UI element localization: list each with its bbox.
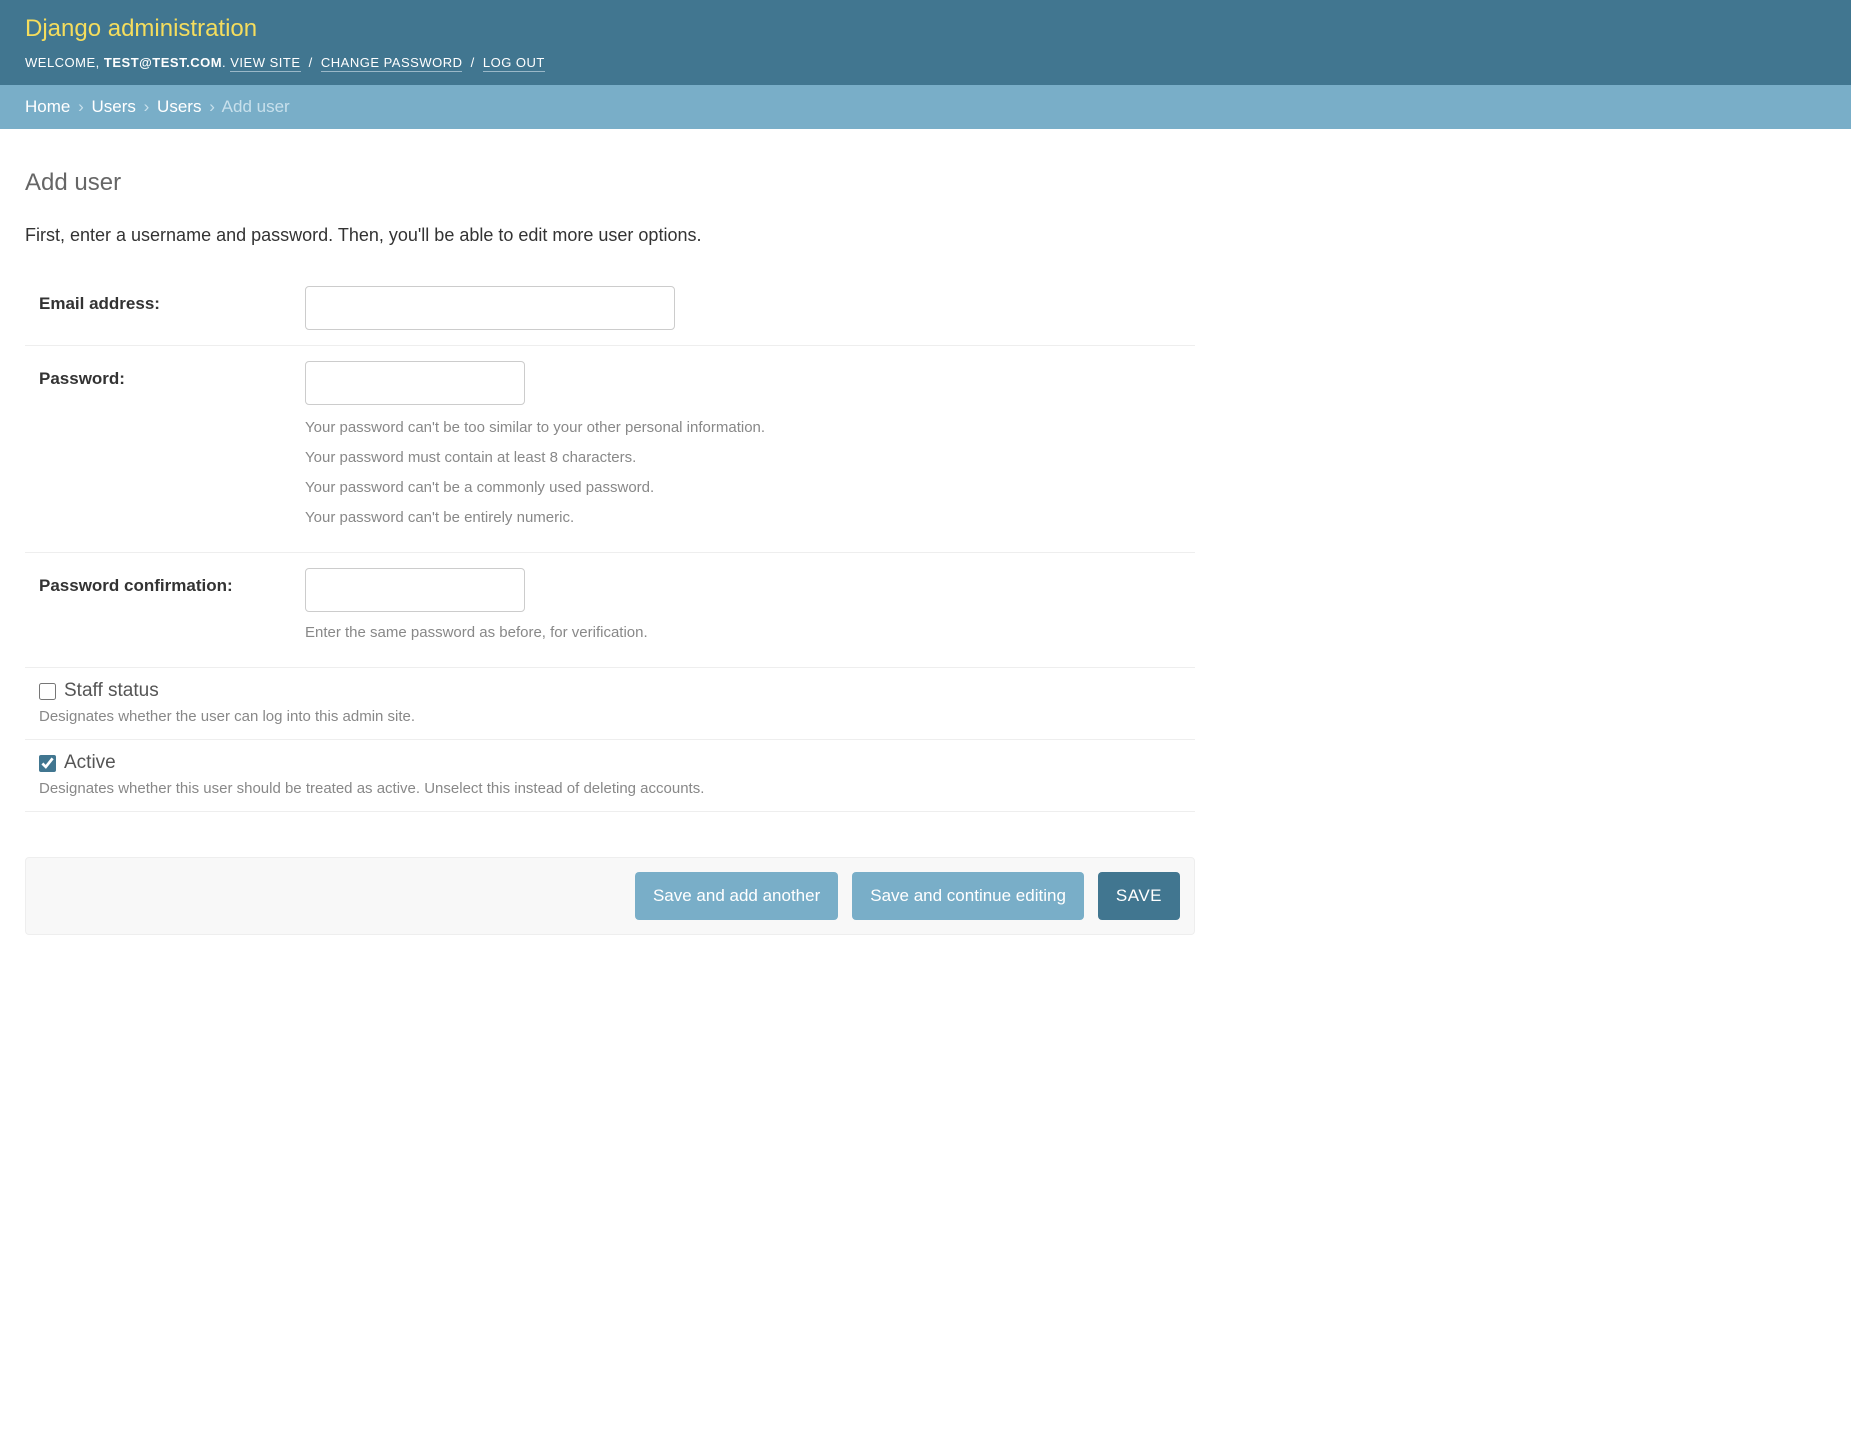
password2-help: Enter the same password as before, for v… (305, 622, 1195, 643)
password2-label: Password confirmation: (25, 568, 305, 596)
staff-status-label: Staff status (64, 680, 159, 702)
staff-status-checkbox[interactable] (39, 683, 56, 700)
active-help: Designates whether this user should be t… (39, 780, 1195, 797)
submit-row: Save and add another Save and continue e… (25, 857, 1195, 935)
password2-field[interactable] (305, 568, 525, 612)
breadcrumb-current: Add user (222, 97, 290, 116)
breadcrumb: Home › Users › Users › Add user (0, 85, 1851, 129)
field-row-email: Email address: (25, 271, 1195, 346)
email-label: Email address: (25, 286, 305, 314)
branding: Django administration (25, 15, 1826, 43)
content: Add user First, enter a username and pas… (0, 129, 1220, 955)
field-row-password: Password: Your password can't be too sim… (25, 346, 1195, 553)
breadcrumb-app[interactable]: Users (92, 97, 136, 116)
password-hint: Your password must contain at least 8 ch… (305, 447, 1195, 468)
breadcrumb-home[interactable]: Home (25, 97, 70, 116)
save-button[interactable]: SAVE (1098, 872, 1180, 920)
site-title: Django administration (25, 15, 1826, 43)
chevron-right-icon: › (141, 97, 153, 116)
user-tools: WELCOME, TEST@TEST.COM. VIEW SITE / CHAN… (25, 55, 1826, 70)
chevron-right-icon: › (206, 97, 218, 116)
intro-text: First, enter a username and password. Th… (25, 225, 1195, 246)
change-password-link[interactable]: CHANGE PASSWORD (321, 55, 463, 72)
chevron-right-icon: › (75, 97, 87, 116)
password-hint: Your password can't be too similar to yo… (305, 417, 1195, 438)
password-field[interactable] (305, 361, 525, 405)
logout-link[interactable]: LOG OUT (483, 55, 545, 72)
active-label: Active (64, 752, 116, 774)
breadcrumb-model[interactable]: Users (157, 97, 201, 116)
field-row-password2: Password confirmation: Enter the same pa… (25, 553, 1195, 668)
password-hints: Your password can't be too similar to yo… (305, 417, 1195, 528)
save-continue-button[interactable]: Save and continue editing (852, 872, 1084, 920)
view-site-link[interactable]: VIEW SITE (230, 55, 300, 72)
admin-header: Django administration WELCOME, TEST@TEST… (0, 0, 1851, 85)
page-title: Add user (25, 169, 1195, 197)
save-add-another-button[interactable]: Save and add another (635, 872, 838, 920)
email-field[interactable] (305, 286, 675, 330)
staff-status-help: Designates whether the user can log into… (39, 708, 1195, 725)
active-checkbox[interactable] (39, 755, 56, 772)
field-row-active: Active Designates whether this user shou… (25, 740, 1195, 812)
field-row-staff: Staff status Designates whether the user… (25, 668, 1195, 740)
current-user: TEST@TEST.COM (104, 55, 222, 70)
password-label: Password: (25, 361, 305, 389)
welcome-label: WELCOME, (25, 55, 104, 70)
password-hint: Your password can't be a commonly used p… (305, 477, 1195, 498)
password-hint: Your password can't be entirely numeric. (305, 507, 1195, 528)
